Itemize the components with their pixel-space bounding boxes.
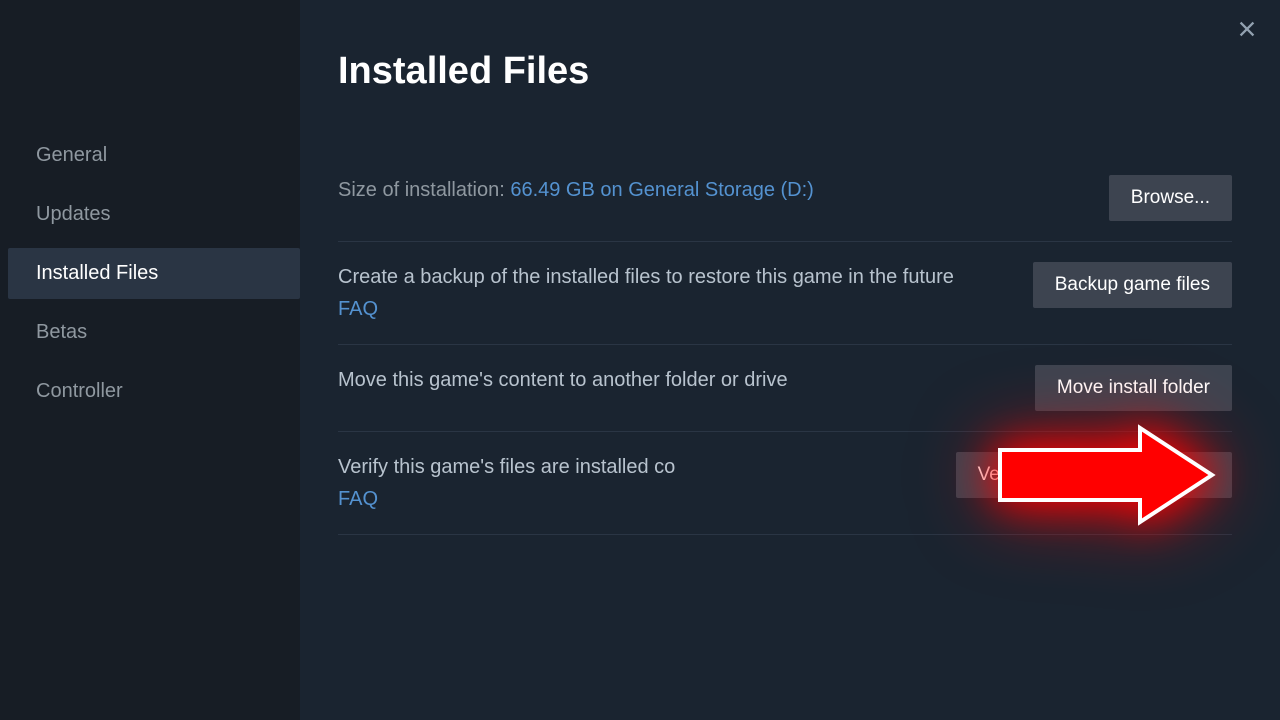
close-button[interactable] (1236, 18, 1258, 45)
sidebar: General Updates Installed Files Betas Co… (0, 0, 300, 720)
sidebar-item-betas[interactable]: Betas (0, 307, 300, 358)
sidebar-item-controller[interactable]: Controller (0, 366, 300, 417)
browse-button[interactable]: Browse... (1109, 175, 1232, 221)
move-text: Move this game's content to another fold… (338, 365, 1035, 395)
size-prefix: Size of installation: (338, 179, 510, 201)
close-icon (1236, 18, 1258, 40)
row-move: Move this game's content to another fold… (338, 345, 1232, 432)
backup-button[interactable]: Backup game files (1033, 262, 1232, 308)
backup-description: Create a backup of the installed files t… (338, 266, 954, 288)
verify-faq-link[interactable]: FAQ (338, 484, 926, 514)
move-description: Move this game's content to another fold… (338, 369, 788, 391)
move-button[interactable]: Move install folder (1035, 365, 1232, 411)
verify-text: Verify this game's files are installed c… (338, 452, 956, 514)
sidebar-item-updates[interactable]: Updates (0, 189, 300, 240)
size-text: Size of installation: 66.49 GB on Genera… (338, 175, 1109, 205)
sidebar-item-installed-files[interactable]: Installed Files (8, 248, 300, 299)
size-storage-link[interactable]: 66.49 GB on General Storage (D:) (510, 179, 814, 201)
row-size: Size of installation: 66.49 GB on Genera… (338, 155, 1232, 242)
main-panel: Installed Files Size of installation: 66… (300, 0, 1280, 720)
backup-faq-link[interactable]: FAQ (338, 294, 1003, 324)
row-backup: Create a backup of the installed files t… (338, 242, 1232, 345)
verify-button[interactable]: Verify integrity of game files (956, 452, 1232, 498)
sidebar-item-general[interactable]: General (0, 130, 300, 181)
row-verify: Verify this game's files are installed c… (338, 432, 1232, 535)
backup-text: Create a backup of the installed files t… (338, 262, 1033, 324)
verify-description: Verify this game's files are installed c… (338, 456, 675, 478)
page-title: Installed Files (338, 50, 1232, 93)
